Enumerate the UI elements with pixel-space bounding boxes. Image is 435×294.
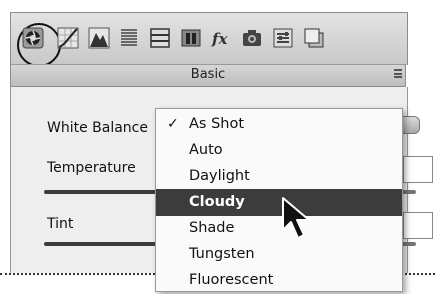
tint-slider-end xyxy=(402,242,416,246)
temperature-value-field[interactable] xyxy=(403,156,433,183)
basic-aperture-icon[interactable] xyxy=(19,25,46,51)
hsl-mountains-icon[interactable] xyxy=(85,25,112,51)
detail-icon[interactable] xyxy=(146,25,173,51)
tint-value-field[interactable] xyxy=(403,212,433,239)
snapshots-icon[interactable] xyxy=(300,25,327,51)
menu-item-tungsten[interactable]: Tungsten xyxy=(156,241,402,268)
checkmark-icon: ✓ xyxy=(167,116,179,132)
temperature-slider[interactable] xyxy=(44,190,156,194)
camera-calibration-icon[interactable] xyxy=(238,25,265,51)
svg-text:fx: fx xyxy=(211,30,228,48)
panel-title: Basic xyxy=(190,67,226,82)
tint-slider[interactable] xyxy=(44,242,156,246)
presets-icon[interactable] xyxy=(269,25,296,51)
lens-corrections-icon[interactable] xyxy=(177,25,204,51)
temperature-label: Temperature xyxy=(47,160,136,176)
fx-effects-icon[interactable]: fx xyxy=(207,25,234,51)
white-balance-label: White Balance xyxy=(47,120,148,136)
tone-curve-icon[interactable] xyxy=(54,25,81,51)
white-balance-dropdown-menu: ✓ As Shot Auto Daylight Cloudy Shade Tun… xyxy=(155,108,403,292)
menu-item-shade[interactable]: Shade xyxy=(156,215,402,242)
panel-toolbar: fx xyxy=(10,12,408,67)
temperature-slider-end xyxy=(402,190,416,194)
menu-item-daylight[interactable]: Daylight xyxy=(156,163,402,190)
split-toning-icon[interactable] xyxy=(115,25,142,51)
mouse-pointer-icon xyxy=(282,197,310,239)
menu-item-cloudy[interactable]: Cloudy xyxy=(156,189,402,216)
menu-item-auto[interactable]: Auto xyxy=(156,137,402,164)
menu-item-as-shot[interactable]: ✓ As Shot xyxy=(156,111,402,138)
tint-label: Tint xyxy=(47,216,74,232)
panel-header[interactable]: Basic xyxy=(10,64,406,87)
panel-menu-icon[interactable] xyxy=(394,69,402,78)
